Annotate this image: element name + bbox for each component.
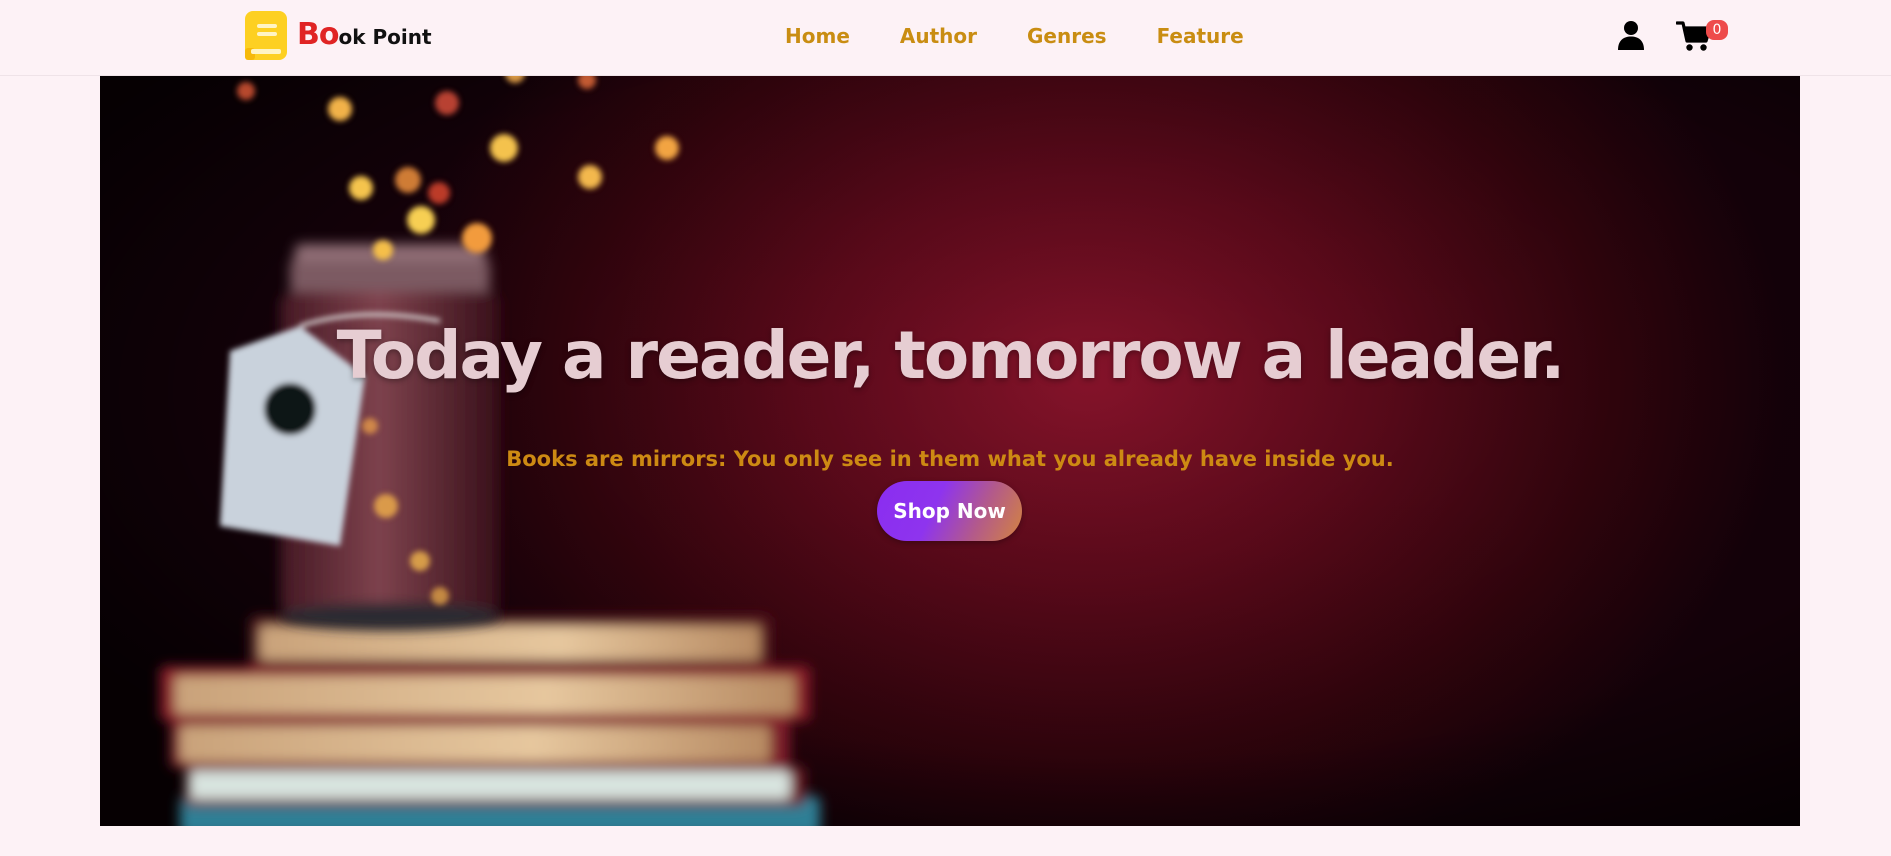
nav-home[interactable]: Home — [785, 22, 850, 50]
nav-genres[interactable]: Genres — [1027, 22, 1107, 50]
hero-banner: Today a reader, tomorrow a leader. Books… — [100, 76, 1800, 826]
hero-content: Today a reader, tomorrow a leader. Books… — [100, 76, 1800, 826]
shop-now-button[interactable]: Shop Now — [877, 481, 1022, 541]
nav-author[interactable]: Author — [900, 22, 977, 50]
cart-button[interactable]: 0 — [1675, 18, 1728, 54]
brand-logo[interactable]: Bo ok Point — [243, 10, 432, 60]
nav-feature[interactable]: Feature — [1157, 22, 1244, 50]
cart-count-badge: 0 — [1706, 20, 1728, 40]
hero-subtitle: Books are mirrors: You only see in them … — [506, 447, 1394, 471]
brand-name: Bo ok Point — [297, 20, 432, 50]
site-header: Bo ok Point Home Author Genres Feature 0 — [0, 0, 1891, 76]
brand-name-rest: ok Point — [338, 25, 432, 49]
hero-title: Today a reader, tomorrow a leader. — [336, 317, 1566, 394]
user-icon[interactable] — [1617, 20, 1645, 50]
brand-name-highlight: Bo — [297, 17, 339, 52]
book-icon — [243, 10, 289, 60]
main-nav: Home Author Genres Feature — [785, 22, 1244, 50]
